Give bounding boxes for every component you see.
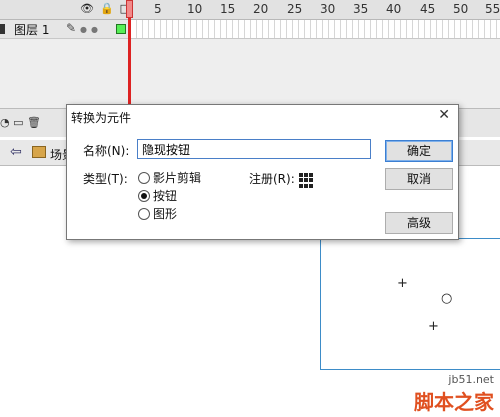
stage-shape-outline[interactable] [320,238,500,370]
eye-icon[interactable]: 👁 [80,1,94,17]
layer-visibility-controls: 👁 🔒 □ [80,1,130,17]
type-option-button[interactable]: 按钮 [153,187,177,204]
layer-name: 图层 1 [14,23,50,37]
ruler-number: 30 [320,2,336,16]
ok-button[interactable]: 确定 [385,140,453,162]
registration-label: 注册(R): [249,172,295,186]
dialog-title: 转换为元件 [71,111,132,125]
pencil-icon: ✎ [66,21,77,35]
ruler-number: 10 [187,2,203,16]
name-label: 名称(N): [83,144,130,158]
plus-marker-icon: + [428,319,439,334]
ruler-number: 50 [453,2,469,16]
type-option-graphic[interactable]: 图形 [153,205,177,222]
lock-icon[interactable]: 🔒 [100,1,114,17]
ruler-number: 20 [253,2,269,16]
registration-grid-icon[interactable] [299,173,314,188]
plus-marker-icon: + [397,276,408,291]
close-icon[interactable]: ✕ [438,107,450,123]
frame-cells[interactable] [131,20,500,39]
ruler-number: 35 [353,2,369,16]
watermark-text: 脚本之家 [414,390,494,414]
layer-row[interactable]: 图层 1 ✎ ●● [0,20,130,39]
timeline-footer-icons: ◔ ▭ 🗑 [0,116,41,129]
ruler-number: 15 [220,2,236,16]
delete-layer-icon[interactable]: 🗑 [27,116,41,129]
symbol-name-input[interactable] [137,139,371,159]
new-layer-icon[interactable]: ◔ [0,116,10,129]
type-radio-button[interactable] [138,190,150,202]
type-radio-movieclip[interactable] [138,172,150,184]
advanced-button[interactable]: 高级 [385,212,453,234]
type-option-movieclip[interactable]: 影片剪辑 [153,169,201,186]
frame-ruler: 5 10 15 20 25 30 35 40 45 50 55 [130,0,500,19]
type-label: 类型(T): [83,172,128,186]
playhead-handle[interactable] [126,0,133,18]
layer-status-dots: ●● [80,25,102,34]
cancel-button[interactable]: 取消 [385,168,453,190]
back-arrow-icon[interactable]: ⇦ [10,144,22,160]
type-radio-graphic[interactable] [138,208,150,220]
ruler-number: 25 [287,2,303,16]
convert-to-symbol-dialog: 转换为元件 ✕ 名称(N): 类型(T): 影片剪辑 按钮 图形 注册(R): … [66,104,459,240]
layer-type-icon [0,24,5,34]
ruler-number: 5 [154,2,162,16]
scene-clapper-icon [32,146,46,158]
site-watermark: jb51.net 脚本之家 [414,373,494,415]
new-folder-icon[interactable]: ▭ [13,116,23,129]
ruler-number: 40 [386,2,402,16]
ruler-number: 55 [485,2,500,16]
layer-color-swatch[interactable] [116,24,126,34]
watermark-url: jb51.net [448,373,494,386]
ruler-number: 45 [420,2,436,16]
circle-marker-icon: ○ [441,291,453,306]
